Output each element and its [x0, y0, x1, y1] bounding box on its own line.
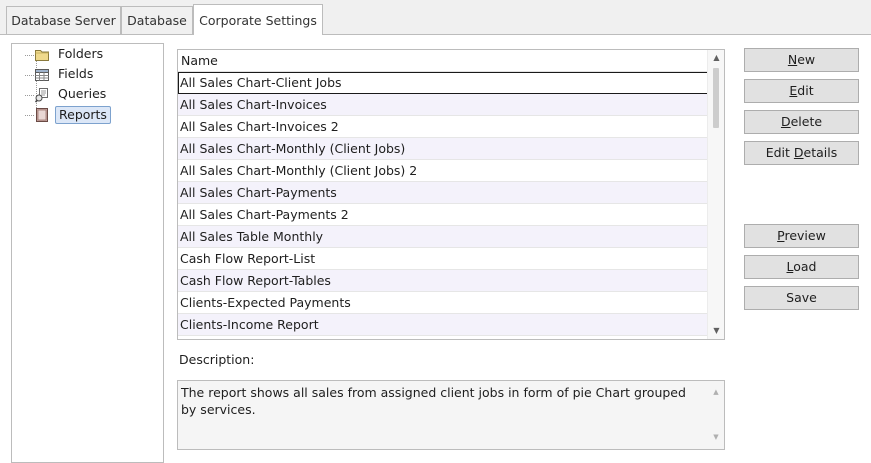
- edit-details-button[interactable]: Edit Details: [744, 141, 859, 165]
- list-item[interactable]: Cash Flow Report-Tables: [178, 270, 708, 292]
- column-header-name[interactable]: Name: [178, 50, 708, 72]
- tree-item-folders[interactable]: Folders: [12, 45, 162, 65]
- tree-item-label: Reports: [55, 106, 111, 124]
- report-icon: [34, 107, 50, 123]
- list-item[interactable]: All Sales Chart-Payments: [178, 182, 708, 204]
- tab-divider: [0, 34, 871, 35]
- delete-button[interactable]: Delete: [744, 110, 859, 134]
- fields-grid-icon: [34, 67, 50, 83]
- list-item[interactable]: Clients-Expected Payments: [178, 292, 708, 314]
- scroll-down-icon[interactable]: ▼: [709, 429, 723, 446]
- tab-database[interactable]: Database: [121, 6, 193, 35]
- description-scrollbar[interactable]: ▲ ▼: [709, 382, 723, 448]
- tree-item-fields[interactable]: Fields: [12, 65, 162, 85]
- load-button[interactable]: Load: [744, 255, 859, 279]
- list-item[interactable]: All Sales Chart-Payments 2: [178, 204, 708, 226]
- list-item[interactable]: All Sales Chart-Client Jobs: [178, 72, 708, 94]
- edit-button[interactable]: Edit: [744, 79, 859, 103]
- tree-item-label: Queries: [58, 86, 107, 101]
- list-item[interactable]: All Sales Chart-Invoices: [178, 94, 708, 116]
- tree-item-label: Folders: [58, 46, 104, 61]
- scroll-up-icon[interactable]: ▲: [709, 384, 723, 401]
- tab-database-server[interactable]: Database Server: [6, 6, 121, 35]
- list-item[interactable]: All Sales Table Monthly: [178, 226, 708, 248]
- description-field[interactable]: The report shows all sales from assigned…: [177, 380, 725, 450]
- tree-item-reports[interactable]: Reports: [12, 105, 162, 125]
- scroll-down-icon[interactable]: ▼: [708, 323, 724, 339]
- save-button[interactable]: Save: [744, 286, 859, 310]
- scroll-up-icon[interactable]: ▲: [708, 50, 724, 66]
- list-item[interactable]: All Sales Chart-Monthly (Client Jobs): [178, 138, 708, 160]
- list-item[interactable]: All Sales Chart-Invoices 2: [178, 116, 708, 138]
- preview-button[interactable]: Preview: [744, 224, 859, 248]
- reports-list[interactable]: Name All Sales Chart-Client Jobs All Sal…: [177, 49, 725, 340]
- list-scrollbar[interactable]: ▲ ▼: [707, 50, 724, 339]
- tree-branch-line: [25, 115, 34, 116]
- list-item[interactable]: Cash Flow Report-List: [178, 248, 708, 270]
- description-label: Description:: [179, 352, 255, 367]
- tree-item-queries[interactable]: Queries: [12, 85, 162, 105]
- tree-branch-line: [25, 95, 34, 96]
- queries-icon: [34, 87, 50, 103]
- tree-branch-line: [25, 55, 34, 56]
- description-text: The report shows all sales from assigned…: [181, 385, 686, 417]
- new-button[interactable]: New: [744, 48, 859, 72]
- tab-corporate-settings[interactable]: Corporate Settings: [193, 4, 323, 36]
- list-item[interactable]: Clients-Income Report: [178, 314, 708, 336]
- list-item[interactable]: All Sales Chart-Monthly (Client Jobs) 2: [178, 160, 708, 182]
- scrollbar-thumb[interactable]: [713, 68, 719, 128]
- tree-item-label: Fields: [58, 66, 94, 81]
- folder-icon: [34, 47, 50, 63]
- settings-tree[interactable]: Folders Fields Queries Reports: [11, 43, 164, 463]
- tree-branch-line: [25, 75, 34, 76]
